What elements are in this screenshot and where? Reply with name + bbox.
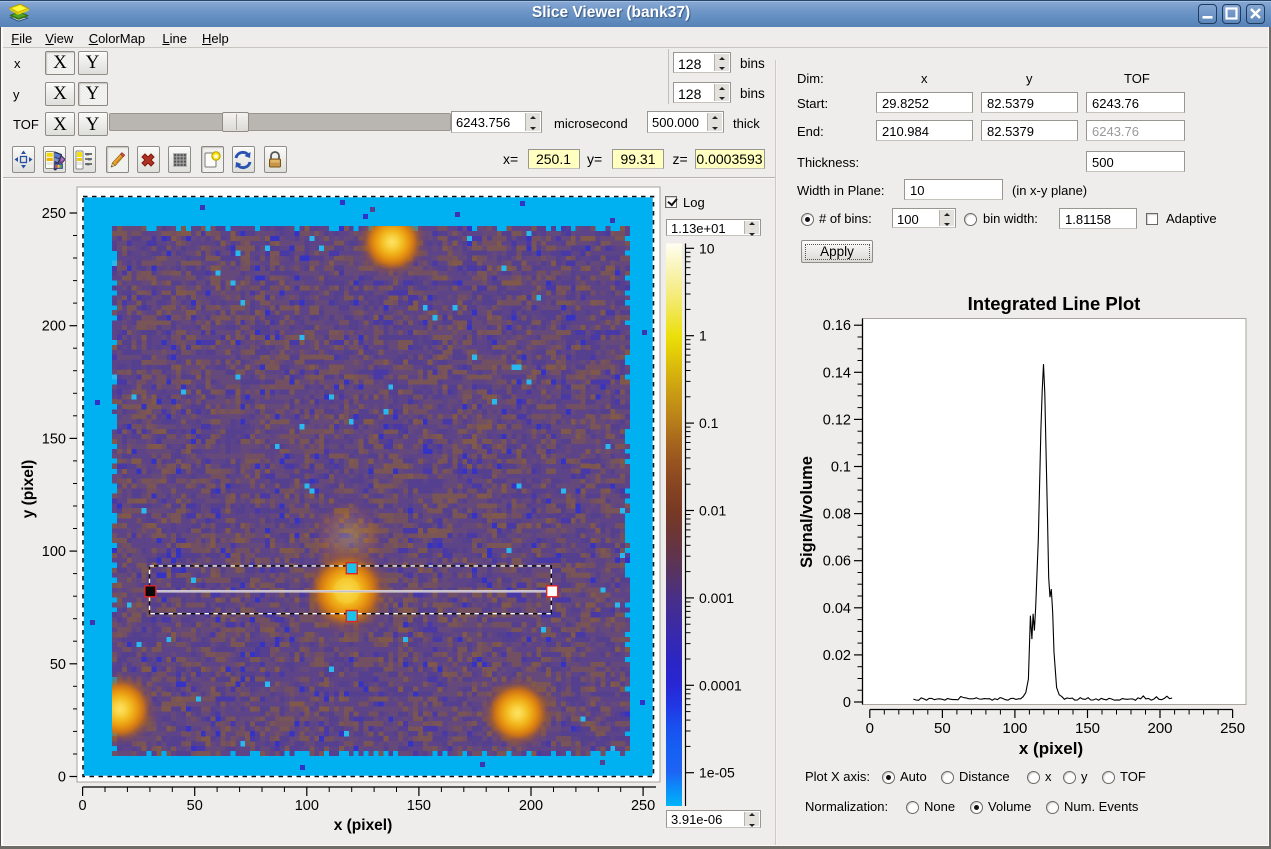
svg-text:0.01: 0.01: [699, 503, 726, 519]
svg-text:0.02: 0.02: [823, 648, 851, 664]
svg-text:0.06: 0.06: [823, 554, 851, 570]
svg-text:0.001: 0.001: [699, 590, 734, 606]
svg-text:150: 150: [42, 431, 66, 447]
svg-text:0.14: 0.14: [823, 365, 851, 381]
svg-text:x (pixel): x (pixel): [334, 817, 393, 834]
svg-text:100: 100: [295, 798, 319, 814]
svg-text:100: 100: [1002, 720, 1027, 737]
svg-text:0.12: 0.12: [823, 412, 851, 428]
svg-text:150: 150: [407, 798, 431, 814]
svg-text:50: 50: [50, 657, 66, 673]
svg-text:200: 200: [42, 319, 66, 335]
svg-text:1e-05: 1e-05: [699, 765, 735, 781]
svg-text:0.0001: 0.0001: [699, 677, 742, 693]
svg-text:200: 200: [519, 798, 543, 814]
svg-text:y (pixel): y (pixel): [20, 460, 37, 519]
svg-text:100: 100: [42, 544, 66, 560]
svg-text:0.04: 0.04: [823, 601, 851, 617]
svg-text:150: 150: [1075, 720, 1100, 737]
svg-text:0: 0: [58, 770, 66, 786]
svg-text:200: 200: [1147, 720, 1172, 737]
svg-text:10: 10: [699, 240, 715, 256]
svg-text:0.16: 0.16: [823, 318, 851, 334]
svg-text:0.1: 0.1: [831, 460, 851, 476]
svg-text:1: 1: [699, 328, 707, 344]
svg-text:50: 50: [187, 798, 203, 814]
svg-text:Integrated Line Plot: Integrated Line Plot: [968, 293, 1141, 314]
svg-text:0: 0: [843, 695, 851, 711]
svg-text:0.1: 0.1: [699, 415, 719, 431]
svg-text:250: 250: [42, 206, 66, 222]
svg-text:0: 0: [79, 798, 87, 814]
svg-text:0.08: 0.08: [823, 507, 851, 523]
svg-text:0: 0: [866, 720, 874, 737]
svg-text:Signal/volume: Signal/volume: [798, 456, 816, 568]
svg-text:250: 250: [631, 798, 655, 814]
svg-text:x (pixel): x (pixel): [1019, 739, 1083, 758]
svg-text:250: 250: [1220, 720, 1245, 737]
svg-text:50: 50: [934, 720, 951, 737]
